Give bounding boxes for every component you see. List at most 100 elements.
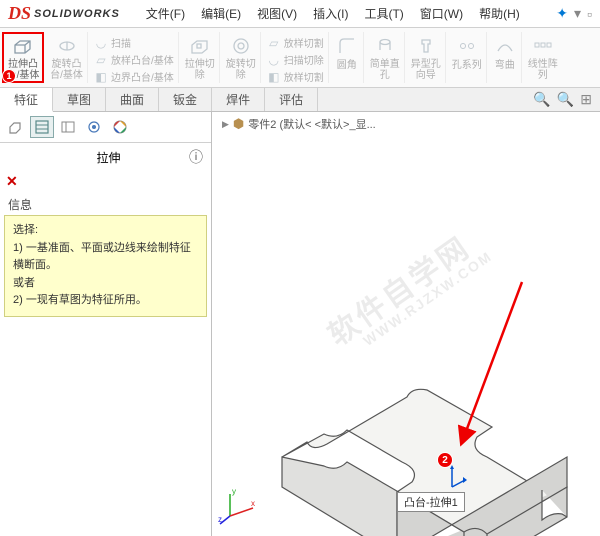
loft-icon: ▱ (94, 53, 108, 67)
ribbon-hole-series[interactable]: 孔系列 (448, 32, 487, 83)
app-logo: DS SOLIDWORKS (8, 3, 120, 24)
menu-tools[interactable]: 工具(T) (358, 3, 409, 24)
revolve-boss-label: 旋转凸台/基体 (50, 59, 83, 81)
hole-series-icon (455, 34, 479, 58)
zoom-tool-icon[interactable]: 🔍 (557, 91, 574, 108)
dimxpert-icon[interactable] (82, 116, 106, 138)
view-triad[interactable]: y x z (218, 486, 258, 526)
bend-label: 弯曲 (495, 60, 515, 71)
titlebar: DS SOLIDWORKS 文件(F) 编辑(E) 视图(V) 插入(I) 工具… (0, 0, 600, 28)
linear-pattern-label: 线性阵列 (528, 59, 558, 81)
simple-hole-label: 简单直孔 (370, 59, 400, 81)
ribbon-bend[interactable]: 弯曲 (489, 32, 522, 83)
more-icon[interactable]: ▫ (587, 6, 592, 22)
tab-features[interactable]: 特征 (0, 88, 53, 112)
extrude-cut-icon (188, 34, 212, 57)
fillet-icon (335, 34, 359, 58)
ribbon-extrude-cut[interactable]: 拉伸切除 (181, 32, 220, 83)
property-manager: 拉伸 ⓘ ✕ 信息 选择: 1) 一基准面、平面或边线来绘制特征横断面。 或者 … (0, 112, 212, 536)
search-tool-icon[interactable]: 🔍 (533, 91, 550, 108)
ribbon: 拉伸凸台/基体 1 旋转凸台/基体 ◡扫描 ▱放样凸台/基体 ◧边界凸台/基体 … (0, 28, 600, 88)
main-area: 拉伸 ⓘ ✕ 信息 选择: 1) 一基准面、平面或边线来绘制特征横断面。 或者 … (0, 112, 600, 536)
svg-text:y: y (232, 487, 236, 496)
info-line-2: 1) 一基准面、平面或边线来绘制特征横断面。 (13, 240, 198, 275)
origin-marker (437, 462, 467, 492)
ribbon-sweep[interactable]: ◡扫描 (94, 34, 174, 51)
tab-sketch[interactable]: 草图 (53, 88, 106, 111)
ribbon-simple-hole[interactable]: 简单直孔 (366, 32, 405, 83)
info-label: 信息 (4, 194, 207, 215)
panel-header: 拉伸 ⓘ (0, 143, 211, 171)
tab-surfaces[interactable]: 曲面 (106, 88, 159, 111)
extrude-boss-icon (11, 34, 35, 57)
sweep-cut-icon: ◡ (267, 53, 281, 67)
feature-tree-icon[interactable] (4, 116, 28, 138)
info-box: 选择: 1) 一基准面、平面或边线来绘制特征横断面。 或者 2) 一现有草图为特… (4, 215, 207, 317)
revolve-boss-icon (55, 34, 79, 57)
titlebar-right: ✦ ▾ ▫ (556, 5, 592, 22)
ribbon-boundary[interactable]: ◧边界凸台/基体 (94, 68, 174, 85)
linear-pattern-icon (531, 34, 555, 57)
menu-edit[interactable]: 编辑(E) (195, 3, 247, 24)
boundary-icon: ◧ (94, 70, 108, 84)
part-name: 零件2 (默认< <默认>_显... (248, 116, 375, 132)
dropdown-icon[interactable]: ▾ (574, 5, 581, 22)
sweep-icon: ◡ (94, 36, 108, 50)
panel-help-icon[interactable]: ⓘ (189, 147, 203, 167)
watermark: 软件自学网 WWW.RJZXW.COM (317, 216, 495, 363)
hole-series-label: 孔系列 (452, 60, 482, 71)
simple-hole-icon (373, 34, 397, 57)
advanced-hole-icon (414, 34, 438, 57)
help-icon[interactable]: ✦ (556, 5, 568, 22)
config-manager-icon[interactable] (56, 116, 80, 138)
info-line-1: 选择: (13, 222, 198, 240)
property-manager-icon[interactable] (30, 116, 54, 138)
svg-text:x: x (251, 499, 255, 508)
command-tabs: 特征 草图 曲面 钣金 焊件 评估 🔍 🔍 ⊞ (0, 88, 600, 112)
menu-view[interactable]: 视图(V) (251, 3, 303, 24)
ribbon-fillet[interactable]: 圆角 (331, 32, 364, 83)
loft-cut-icon: ▱ (267, 36, 281, 50)
fillet-label: 圆角 (337, 60, 357, 71)
bend-icon (493, 34, 517, 58)
menu-help[interactable]: 帮助(H) (473, 3, 526, 24)
panel-toolbar (0, 112, 211, 143)
ribbon-cut-group: ▱放样切割 ◡扫描切除 ◧放样切割 (263, 32, 329, 83)
panel-title: 拉伸 (28, 149, 189, 166)
ribbon-revolve-cut[interactable]: 旋转切除 (222, 32, 261, 83)
ribbon-loft-cut[interactable]: ▱放样切割 (267, 34, 324, 51)
ribbon-extrude-boss[interactable]: 拉伸凸台/基体 1 (2, 32, 44, 83)
menubar: 文件(F) 编辑(E) 视图(V) 插入(I) 工具(T) 窗口(W) 帮助(H… (140, 3, 526, 24)
svg-text:z: z (218, 515, 222, 524)
advanced-hole-label: 异型孔向导 (411, 59, 441, 81)
feature-tooltip: 凸台-拉伸1 (397, 492, 465, 512)
info-line-4: 2) 一现有草图为特征所用。 (13, 292, 198, 310)
revolve-cut-label: 旋转切除 (226, 59, 256, 81)
ribbon-boundary-cut[interactable]: ◧放样切割 (267, 68, 324, 85)
annotation-1: 1 (2, 69, 16, 83)
info-line-3: 或者 (13, 275, 198, 293)
ribbon-linear-pattern[interactable]: 线性阵列 (524, 32, 562, 83)
logo-icon: DS (8, 3, 31, 24)
ribbon-sweep-cut[interactable]: ◡扫描切除 (267, 51, 324, 68)
graphics-viewport[interactable]: ▶ ⬢ 零件2 (默认< <默认>_显... 软件自学网 WWW.RJZXW.C… (212, 112, 600, 536)
structure-icon[interactable]: ⊞ (580, 91, 592, 108)
tabs-right-tools: 🔍 🔍 ⊞ (533, 88, 600, 111)
ribbon-sweep-group: ◡扫描 ▱放样凸台/基体 ◧边界凸台/基体 (90, 32, 179, 83)
tree-expand-icon[interactable]: ▶ (222, 119, 229, 130)
tab-weldments[interactable]: 焊件 (212, 88, 265, 111)
ribbon-advanced-hole[interactable]: 异型孔向导 (407, 32, 446, 83)
menu-window[interactable]: 窗口(W) (414, 3, 469, 24)
ribbon-loft[interactable]: ▱放样凸台/基体 (94, 51, 174, 68)
tab-evaluate[interactable]: 评估 (265, 88, 318, 111)
ribbon-revolve-boss[interactable]: 旋转凸台/基体 (46, 32, 88, 83)
tab-sheetmetal[interactable]: 钣金 (159, 88, 212, 111)
panel-close-button[interactable]: ✕ (0, 171, 211, 192)
menu-file[interactable]: 文件(F) (140, 3, 191, 24)
menu-insert[interactable]: 插入(I) (307, 3, 354, 24)
flyout-tree[interactable]: ▶ ⬢ 零件2 (默认< <默认>_显... (222, 116, 376, 132)
info-section: 信息 选择: 1) 一基准面、平面或边线来绘制特征横断面。 或者 2) 一现有草… (4, 194, 207, 317)
appearance-icon[interactable] (108, 116, 132, 138)
part-icon: ⬢ (233, 116, 244, 132)
logo-text: SOLIDWORKS (34, 8, 120, 20)
